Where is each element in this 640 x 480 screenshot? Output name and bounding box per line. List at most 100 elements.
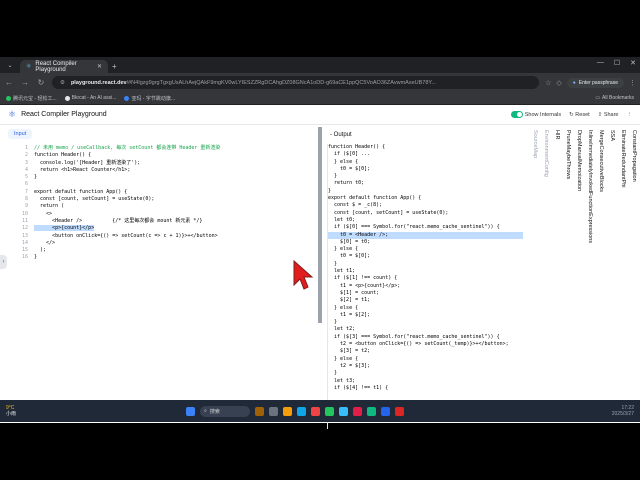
code-text: </>: [34, 239, 56, 246]
pass-tab[interactable]: SSA: [608, 130, 616, 330]
pane-splitter[interactable]: [318, 127, 322, 323]
bookmark-item[interactable]: 腾讯元宝 - 轻松工...: [6, 95, 57, 102]
bookmark-label: 腾讯元宝 - 轻松工...: [13, 95, 57, 102]
back-icon[interactable]: ←: [4, 78, 14, 87]
code-text: }: [34, 174, 38, 181]
passphrase-button[interactable]: ● Enter passphrase: [566, 77, 624, 88]
url-field[interactable]: ⚙ playground.react.dev/#N4Igzg9grgTgxgUs…: [52, 76, 540, 89]
output-code-line: } else {: [328, 355, 359, 362]
chrome-icon[interactable]: [325, 406, 335, 416]
code-text: <>: [34, 210, 53, 217]
edge-icon[interactable]: [297, 406, 307, 416]
browser-tab[interactable]: ⚛ React Compiler Playground ✕: [20, 60, 108, 73]
line-number: 1: [24, 145, 28, 151]
input-code-line: 15 );: [16, 247, 320, 254]
bookmark-item[interactable]: Bkrcat - An AI assi...: [64, 95, 117, 101]
bookmark-icon: [64, 95, 70, 101]
app-icon[interactable]: [311, 406, 321, 416]
output-code-line: let t0;: [328, 216, 356, 223]
site-info-icon[interactable]: ⚙: [60, 80, 65, 86]
output-code-line: if ($[1] !== count) {: [328, 275, 398, 282]
input-pane: Input 1 // 未用 memo / useCallback, 每次 setC…: [8, 127, 320, 417]
input-code-line: 3 console.log('[Header] 重新渲染了');: [16, 160, 320, 167]
menu-icon[interactable]: ⋮: [629, 79, 636, 87]
pass-tab[interactable]: ConstantPropagation: [630, 130, 638, 330]
extension-icon[interactable]: ◇: [556, 79, 561, 87]
app-icon[interactable]: [353, 406, 363, 416]
browser-tab-title: React Compiler Playground: [35, 60, 77, 73]
show-internals-label: Show Internals: [524, 111, 562, 118]
bookmark-label: Bkrcat - An AI assi...: [71, 95, 117, 101]
weather-widget[interactable]: 9°C 小雨: [6, 405, 16, 417]
output-code-line: let t1;: [328, 268, 356, 275]
bookmarks-bar: 腾讯元宝 - 轻松工... Bkrcat - An AI assi... 亚玛 …: [0, 92, 640, 105]
output-code-line: t0 = <Header />;: [328, 231, 523, 239]
pass-tab[interactable]: SourceMap: [531, 130, 539, 330]
taskbar-search[interactable]: ⌕ 搜索: [200, 405, 251, 417]
app-icon[interactable]: [339, 406, 349, 416]
app-header: ⚛ React Compiler Playground Show Interna…: [0, 105, 640, 125]
all-bookmarks[interactable]: ▭ All Bookmarks: [595, 95, 634, 101]
input-code-line: 10 <>: [16, 211, 320, 218]
reload-icon[interactable]: ↻: [36, 78, 46, 87]
output-code-line: }: [328, 370, 338, 377]
share-label: Share: [603, 111, 619, 118]
line-number: 8: [24, 196, 28, 203]
share-button[interactable]: ⇪ Share: [598, 112, 619, 118]
pass-tab[interactable]: HIR: [553, 130, 561, 330]
pass-tab[interactable]: MergeConsecutiveBlocks: [597, 130, 605, 330]
output-code-line: t0 = $[0];: [328, 253, 371, 260]
line-number: 7: [24, 188, 28, 195]
pass-tab[interactable]: EnvironmentConfig: [542, 130, 550, 330]
taskbar-search-label: 搜索: [209, 408, 220, 415]
input-code-line: 14 </>: [16, 240, 320, 247]
app-icon[interactable]: [367, 406, 377, 416]
pass-tab[interactable]: PruneMaybeThrows: [564, 130, 572, 330]
close-tab-icon[interactable]: ✕: [97, 63, 102, 70]
vscode-icon[interactable]: [381, 406, 391, 416]
output-code-line: if ($[3] === Symbol.for("react.memo_cach…: [328, 333, 500, 340]
tab-search-icon[interactable]: ⌄: [4, 60, 16, 73]
start-icon[interactable]: [186, 406, 196, 416]
output-code-line: export default function App() {: [328, 195, 422, 202]
code-text: return <h1>React Counter</h1>;: [34, 166, 131, 173]
bookmark-item[interactable]: 亚玛 - 字节跳动旗...: [124, 95, 175, 102]
pass-tab[interactable]: DropManualMemoization: [575, 130, 583, 330]
reset-button[interactable]: ↻ Reset: [569, 112, 590, 118]
line-number: 15: [21, 247, 28, 254]
show-internals-toggle[interactable]: Show Internals: [510, 111, 562, 118]
input-code-line: 11 <Header /> {/* 这里每次都会 mount 新元素 */}: [16, 218, 320, 225]
new-tab-icon[interactable]: +: [112, 60, 117, 73]
minimize-icon[interactable]: —: [597, 59, 604, 67]
star-icon[interactable]: ☆: [545, 79, 551, 87]
output-code-line: if ($[0] ...: [328, 151, 371, 158]
output-code-line: }: [328, 260, 338, 267]
code-text: }: [34, 254, 38, 261]
input-code-line: 9 return (: [16, 203, 320, 210]
pass-tab[interactable]: EliminateRedundantPhi: [619, 130, 627, 330]
output-code-line: t0 = $[0];: [328, 165, 371, 172]
output-code-line: return t0;: [328, 180, 365, 187]
output-code-line: const $ = _c(8);: [328, 202, 383, 209]
url-path: /#N4Igzg9grgTgxgUsALhAejQAkF9mgKV0wLYIES…: [126, 79, 436, 86]
maximize-icon[interactable]: ☐: [614, 59, 620, 67]
code-text: );: [34, 247, 47, 254]
input-tab[interactable]: Input: [8, 129, 33, 139]
task-view-icon[interactable]: [269, 406, 279, 416]
forward-icon[interactable]: →: [20, 78, 30, 87]
output-code-line: if ($[0] === Symbol.for("react.memo_cach…: [328, 224, 500, 231]
app-icon[interactable]: [395, 406, 405, 416]
output-code-line: t2 = $[3];: [328, 362, 371, 369]
close-window-icon[interactable]: ✕: [630, 59, 636, 67]
system-clock[interactable]: 17:22 2025/3/27: [612, 405, 634, 417]
bookmark-icon: [124, 95, 130, 101]
more-menu-icon[interactable]: ⋮: [627, 112, 633, 118]
react-logo-icon: ⚛: [8, 109, 17, 119]
input-editor[interactable]: 1 // 未用 memo / useCallback, 每次 setCount 都…: [16, 145, 320, 417]
file-explorer-icon[interactable]: [283, 406, 293, 416]
output-editor[interactable]: function Header() { if ($[0] ... } else …: [327, 144, 523, 429]
expand-left-icon[interactable]: ›: [0, 255, 7, 269]
pass-tab[interactable]: InlineImmediatelyInvokedFunctionExpressi…: [586, 130, 594, 330]
line-number: 2: [24, 152, 28, 159]
app-icon[interactable]: [255, 406, 265, 416]
